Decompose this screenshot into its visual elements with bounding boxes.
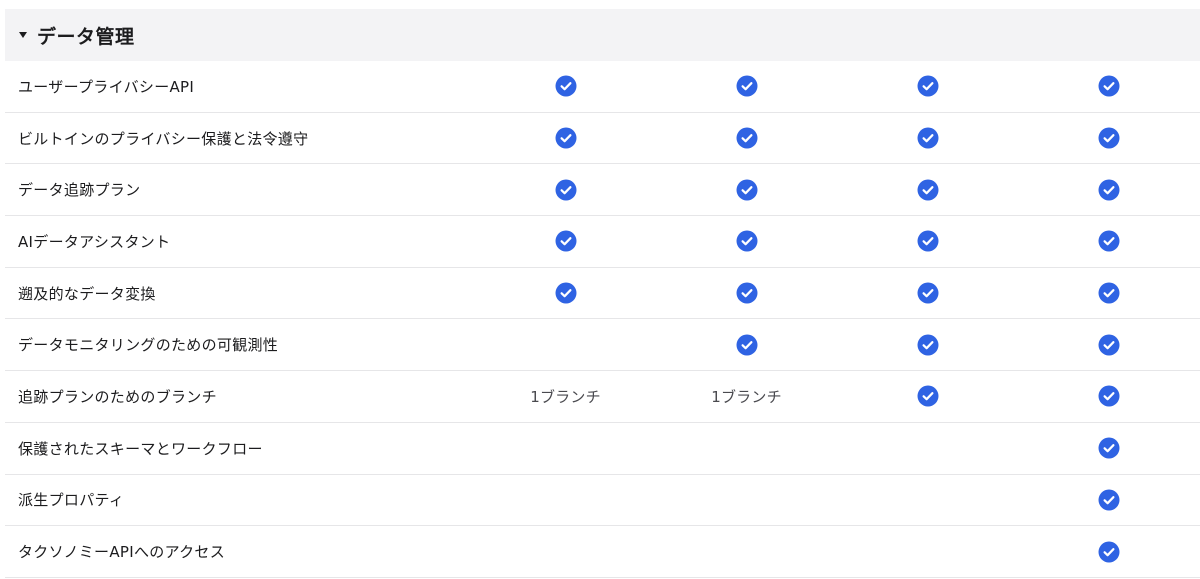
cell-value: 1ブランチ xyxy=(530,387,601,406)
check-circle-icon xyxy=(555,75,576,97)
feature-label: 遡及的なデータ変換 xyxy=(18,284,156,303)
feature-label: AIデータアシスタント xyxy=(18,232,171,251)
table-row: ビルトインのプライバシー保護と法令遵守 xyxy=(5,113,1200,165)
feature-label: ビルトインのプライバシー保護と法令遵守 xyxy=(18,129,309,148)
check-circle-icon xyxy=(555,282,576,304)
plan-cell-4 xyxy=(1018,127,1199,149)
caret-down-icon xyxy=(19,32,27,38)
check-circle-icon xyxy=(555,179,576,201)
check-circle-icon xyxy=(1098,75,1119,97)
plan-cell-2 xyxy=(656,179,837,201)
check-circle-icon xyxy=(917,127,938,149)
check-circle-icon xyxy=(736,334,757,356)
feature-label: 追跡プランのためのブランチ xyxy=(18,387,217,406)
feature-label: データモニタリングのための可観測性 xyxy=(18,336,279,355)
plan-cell-4 xyxy=(1018,179,1199,201)
check-circle-icon xyxy=(917,230,938,252)
plan-cell-1 xyxy=(475,75,656,97)
feature-label: ユーザープライバシーAPI xyxy=(18,77,195,96)
plan-cell-2 xyxy=(656,230,837,252)
plan-cell-4 xyxy=(1018,334,1199,356)
plan-cell-3 xyxy=(837,230,1018,252)
plan-cell-3 xyxy=(837,282,1018,304)
feature-label: 派生プロパティ xyxy=(18,491,125,510)
plan-cell-4 xyxy=(1018,541,1199,563)
check-circle-icon xyxy=(1098,541,1119,563)
check-circle-icon xyxy=(917,334,938,356)
plan-cell-4 xyxy=(1018,385,1199,407)
plan-cell-3 xyxy=(837,127,1018,149)
plan-cell-2 xyxy=(656,75,837,97)
check-circle-icon xyxy=(736,230,757,252)
feature-label: データ追跡プラン xyxy=(18,181,141,200)
check-circle-icon xyxy=(917,385,938,407)
plan-cell-2 xyxy=(656,282,837,304)
check-circle-icon xyxy=(1098,230,1119,252)
check-circle-icon xyxy=(736,179,757,201)
plan-cell-2: 1ブランチ xyxy=(656,386,837,407)
check-circle-icon xyxy=(917,282,938,304)
table-row: AIデータアシスタント xyxy=(5,216,1200,268)
table-row: ユーザープライバシーAPI xyxy=(5,61,1200,113)
table-row: タクソノミーAPIへのアクセス xyxy=(5,526,1200,578)
feature-rows: ユーザープライバシーAPI ビルトインのプライバシー保護と法令遵守 データ追跡プラン… xyxy=(5,61,1200,578)
plan-cell-3 xyxy=(837,385,1018,407)
plan-cell-1 xyxy=(475,282,656,304)
plan-cell-3 xyxy=(837,179,1018,201)
plan-cell-1: 1ブランチ xyxy=(475,386,656,407)
plan-cell-1 xyxy=(475,230,656,252)
plan-cell-4 xyxy=(1018,75,1199,97)
table-row: データモニタリングのための可観測性 xyxy=(5,319,1200,372)
plan-cell-4 xyxy=(1018,437,1199,459)
cell-value: 1ブランチ xyxy=(711,387,782,406)
feature-label: タクソノミーAPIへのアクセス xyxy=(18,543,226,562)
check-circle-icon xyxy=(1098,385,1119,407)
check-circle-icon xyxy=(555,230,576,252)
check-circle-icon xyxy=(736,75,757,97)
plan-cell-4 xyxy=(1018,489,1199,511)
plan-cell-2 xyxy=(656,334,837,356)
feature-comparison-table: データ管理 ユーザープライバシーAPI ビルトインのプライバシー保護と法令遵守 デー… xyxy=(0,0,1200,579)
table-row: 追跡プランのためのブランチ 1ブランチ 1ブランチ xyxy=(5,371,1200,423)
plan-cell-2 xyxy=(656,127,837,149)
check-circle-icon xyxy=(1098,437,1119,459)
plan-cell-1 xyxy=(475,127,656,149)
check-circle-icon xyxy=(736,282,757,304)
plan-cell-3 xyxy=(837,334,1018,356)
plan-cell-4 xyxy=(1018,230,1199,252)
check-circle-icon xyxy=(917,75,938,97)
table-row: 保護されたスキーマとワークフロー xyxy=(5,423,1200,475)
check-circle-icon xyxy=(1098,282,1119,304)
check-circle-icon xyxy=(736,127,757,149)
check-circle-icon xyxy=(1098,334,1119,356)
table-row: データ追跡プラン xyxy=(5,164,1200,217)
plan-cell-4 xyxy=(1018,282,1199,304)
feature-label: 保護されたスキーマとワークフロー xyxy=(18,439,263,458)
check-circle-icon xyxy=(1098,179,1119,201)
section-header-toggle[interactable]: データ管理 xyxy=(5,9,1200,61)
check-circle-icon xyxy=(917,179,938,201)
check-circle-icon xyxy=(1098,127,1119,149)
check-circle-icon xyxy=(1098,489,1119,511)
plan-cell-3 xyxy=(837,75,1018,97)
plan-cell-1 xyxy=(475,179,656,201)
section-title: データ管理 xyxy=(37,25,135,48)
table-row: 遡及的なデータ変換 xyxy=(5,268,1200,320)
table-row: 派生プロパティ xyxy=(5,475,1200,527)
check-circle-icon xyxy=(555,127,576,149)
